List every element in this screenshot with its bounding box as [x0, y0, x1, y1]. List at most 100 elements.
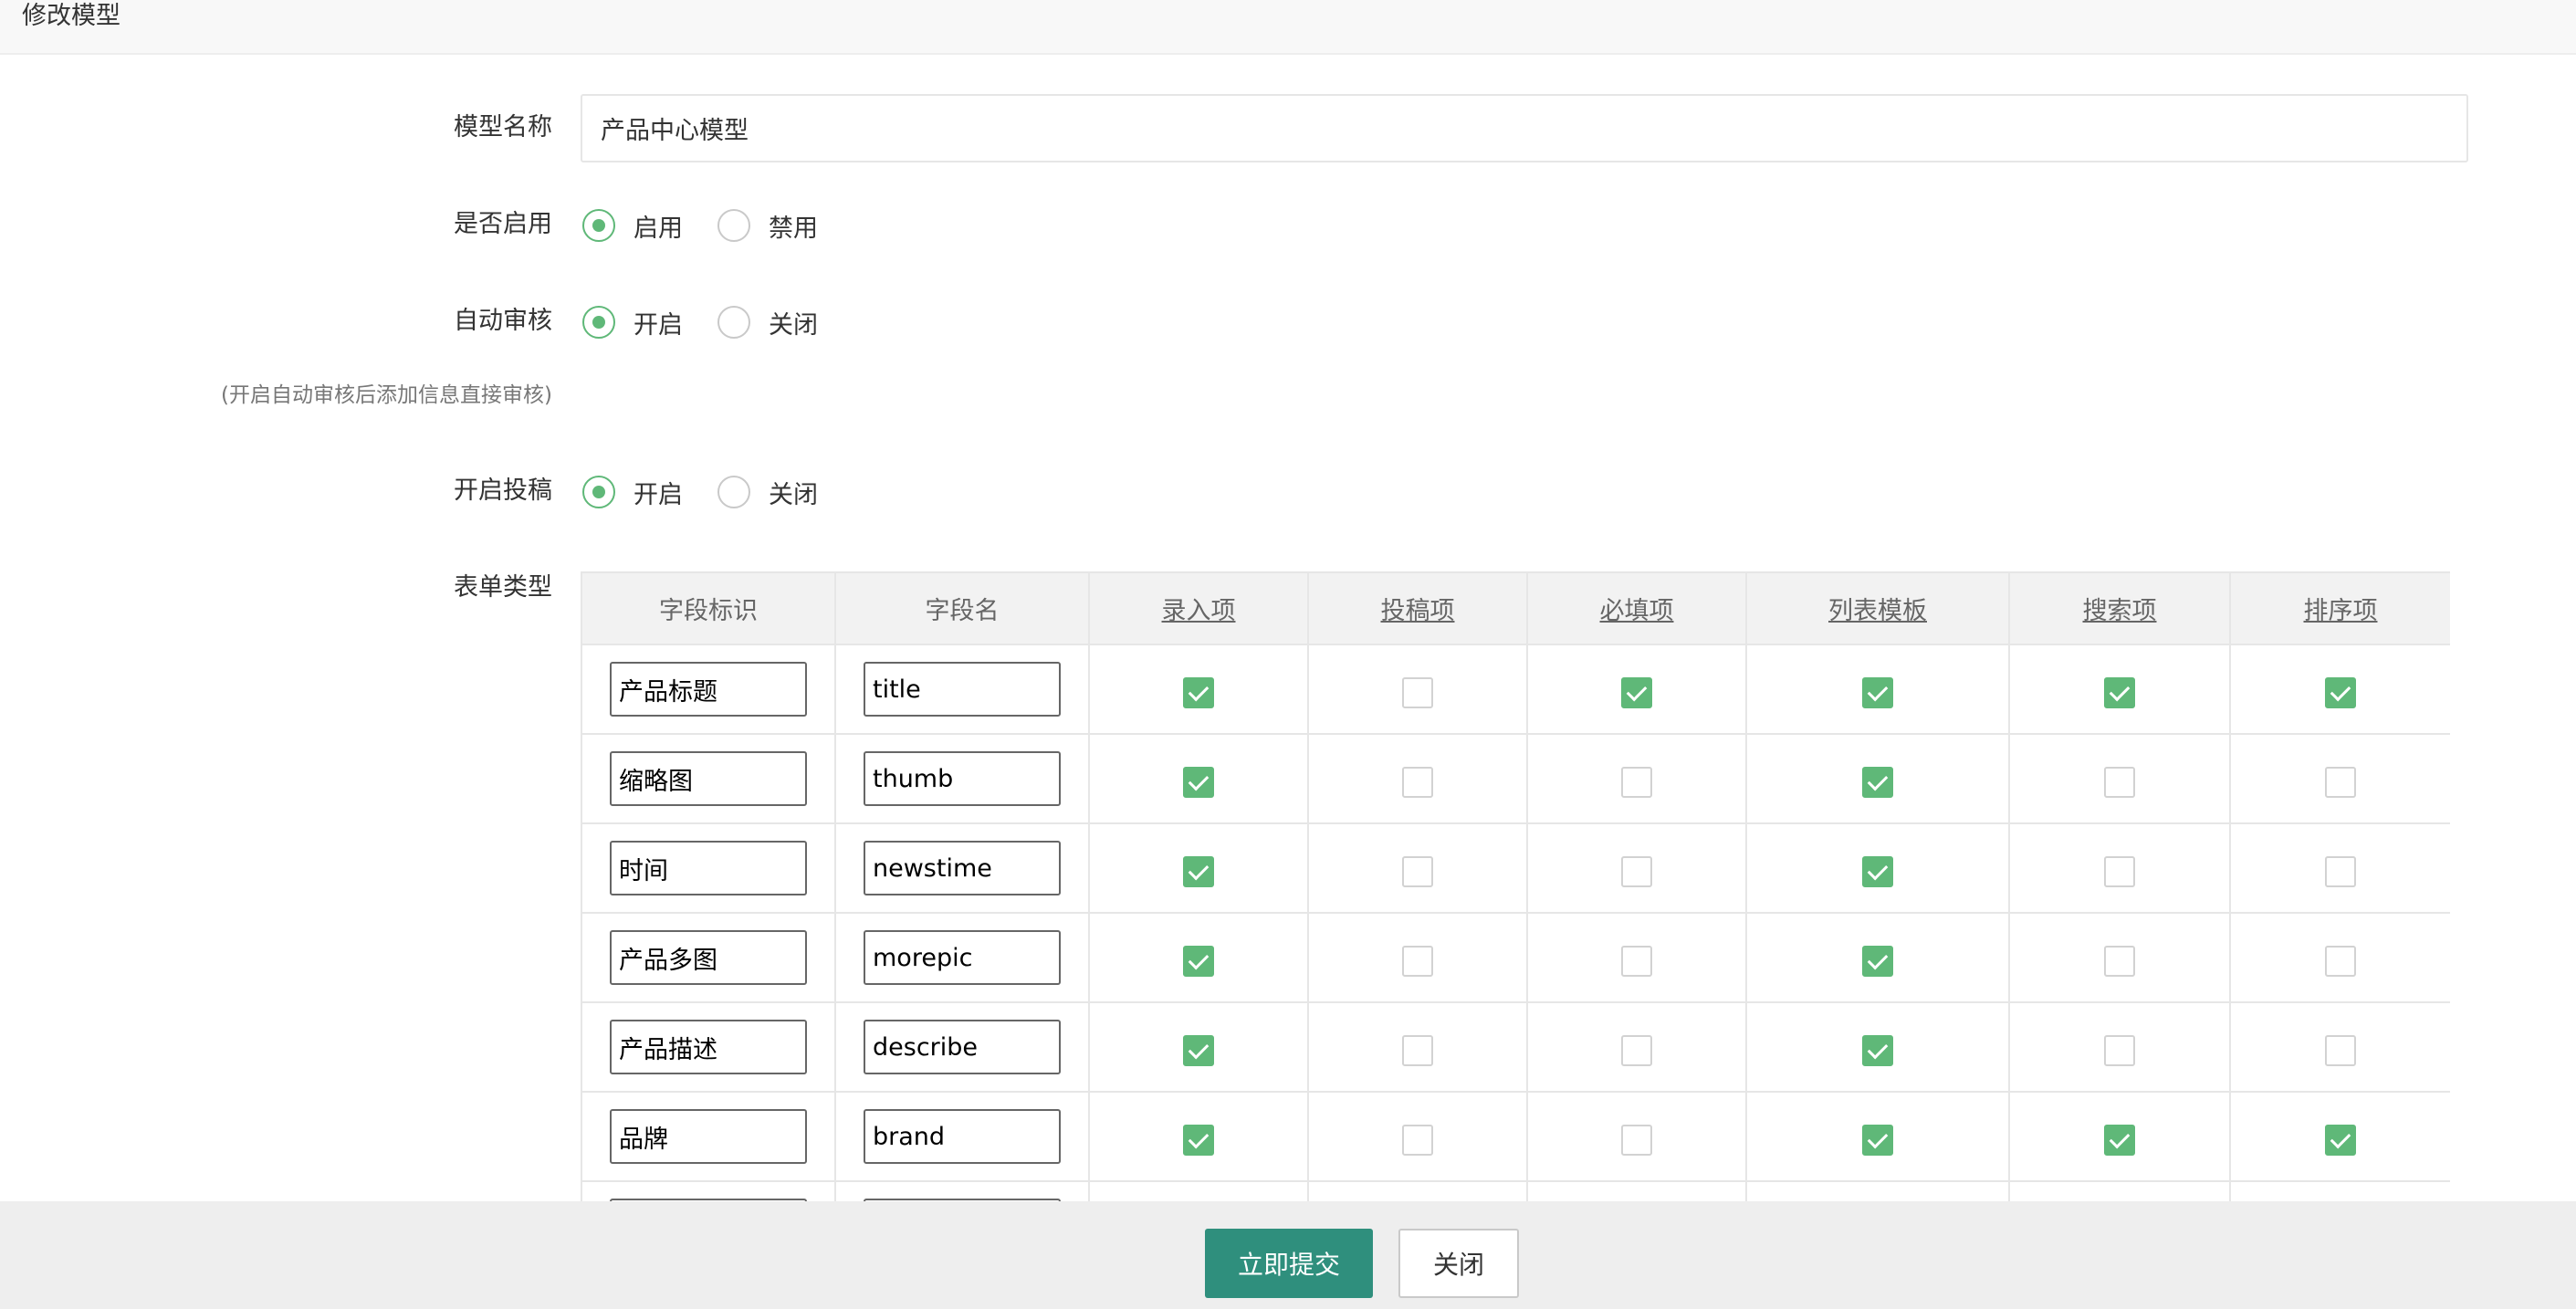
fields-table-body	[581, 644, 2450, 1201]
submit-checkbox[interactable]	[1402, 767, 1433, 798]
sort-checkbox[interactable]	[2325, 1125, 2356, 1156]
field-label-input[interactable]	[610, 751, 807, 806]
radio-checked-icon[interactable]	[582, 476, 615, 508]
list-template-checkbox[interactable]	[1862, 677, 1893, 708]
sort-checkbox[interactable]	[2325, 946, 2356, 977]
column-header-input[interactable]: 录入项	[1088, 571, 1309, 645]
field-name-input[interactable]	[864, 751, 1061, 806]
search-checkbox[interactable]	[2104, 856, 2135, 887]
radio-unchecked-icon[interactable]	[717, 306, 750, 339]
list-template-checkbox[interactable]	[1862, 767, 1893, 798]
table-row	[581, 912, 2450, 1003]
input-cell	[1088, 644, 1309, 735]
submission-option-off[interactable]: 关闭	[717, 475, 818, 510]
input-checkbox[interactable]	[1183, 946, 1214, 977]
search-checkbox[interactable]	[2104, 946, 2135, 977]
column-header-search[interactable]: 搜索项	[2008, 571, 2231, 645]
submit-checkbox[interactable]	[1402, 856, 1433, 887]
auto-review-hint: (开启自动审核后添加信息直接审核)	[221, 383, 552, 407]
sort-checkbox[interactable]	[2325, 1035, 2356, 1066]
field-label-input[interactable]	[610, 1020, 807, 1074]
search-checkbox[interactable]	[2104, 677, 2135, 708]
radio-unchecked-icon[interactable]	[717, 476, 750, 508]
submit-checkbox[interactable]	[1402, 677, 1433, 708]
input-checkbox[interactable]	[1183, 677, 1214, 708]
submit-button[interactable]: 立即提交	[1205, 1229, 1373, 1298]
enabled-option-off[interactable]: 禁用	[717, 208, 818, 244]
field-name-input[interactable]	[864, 1109, 1061, 1164]
fields-table: 字段标识 字段名 录入项 投稿项 必填项 列表模板 搜索项 排序项	[581, 571, 2450, 1201]
field-name-input[interactable]	[864, 930, 1061, 985]
fields-table-container[interactable]: 字段标识 字段名 录入项 投稿项 必填项 列表模板 搜索项 排序项	[581, 571, 2450, 1201]
search-checkbox[interactable]	[2104, 767, 2135, 798]
auto-review-option-off-label: 关闭	[769, 310, 818, 340]
submit-checkbox[interactable]	[1402, 1125, 1433, 1156]
required-checkbox[interactable]	[1621, 1035, 1652, 1066]
search-checkbox[interactable]	[2104, 1125, 2135, 1156]
required-checkbox[interactable]	[1621, 767, 1652, 798]
column-header-list-template[interactable]: 列表模板	[1745, 571, 2010, 645]
required-cell	[1526, 822, 1747, 914]
input-checkbox[interactable]	[1183, 1125, 1214, 1156]
input-checkbox[interactable]	[1183, 767, 1214, 798]
auto-review-option-off[interactable]: 关闭	[717, 305, 818, 340]
field-name-input[interactable]	[864, 662, 1061, 717]
field-label-input[interactable]	[610, 841, 807, 895]
field-name-input[interactable]	[864, 841, 1061, 895]
model-name-input[interactable]	[581, 94, 2468, 162]
search-checkbox[interactable]	[2104, 1035, 2135, 1066]
field-name-cell	[834, 912, 1090, 1003]
field-name-input[interactable]	[864, 1020, 1061, 1074]
auto-review-option-on-label: 开启	[634, 310, 683, 340]
auto-review-option-on[interactable]: 开启	[582, 305, 683, 340]
submission-radio-group: 开启 关闭	[582, 474, 853, 510]
edit-model-dialog: 修改模型 模型名称 是否启用 启用 禁用 自动审核 开启 关闭 (开启自动审核后…	[0, 0, 2576, 1309]
submission-option-on[interactable]: 开启	[582, 475, 683, 510]
list-template-cell	[1745, 912, 2010, 1003]
required-checkbox[interactable]	[1621, 677, 1652, 708]
field-label-input[interactable]	[610, 662, 807, 717]
list-template-checkbox[interactable]	[1862, 946, 1893, 977]
list-template-checkbox[interactable]	[1862, 1035, 1893, 1066]
input-checkbox[interactable]	[1183, 856, 1214, 887]
list-template-cell	[1745, 1091, 2010, 1182]
field-name-cell	[834, 1001, 1090, 1093]
column-header-submit[interactable]: 投稿项	[1307, 571, 1528, 645]
field-label-input[interactable]	[610, 930, 807, 985]
input-cell	[1088, 733, 1309, 824]
enabled-option-on[interactable]: 启用	[582, 208, 683, 244]
radio-checked-icon[interactable]	[582, 306, 615, 339]
field-label-cell	[581, 1001, 836, 1093]
submission-option-off-label: 关闭	[769, 480, 818, 509]
sort-checkbox[interactable]	[2325, 767, 2356, 798]
field-label-input[interactable]	[610, 1109, 807, 1164]
required-checkbox[interactable]	[1621, 1125, 1652, 1156]
list-template-checkbox[interactable]	[1862, 1125, 1893, 1156]
input-cell	[1088, 1001, 1309, 1093]
radio-checked-icon[interactable]	[582, 209, 615, 242]
field-label-cell	[581, 644, 836, 735]
required-checkbox[interactable]	[1621, 856, 1652, 887]
input-cell	[1088, 1180, 1309, 1201]
sort-cell	[2229, 822, 2450, 914]
submit-checkbox[interactable]	[1402, 1035, 1433, 1066]
submit-cell	[1307, 733, 1528, 824]
list-template-cell	[1745, 1001, 2010, 1093]
list-template-checkbox[interactable]	[1862, 856, 1893, 887]
submit-cell	[1307, 912, 1528, 1003]
submit-checkbox[interactable]	[1402, 946, 1433, 977]
field-label-cell	[581, 1091, 836, 1182]
required-cell	[1526, 1091, 1747, 1182]
sort-checkbox[interactable]	[2325, 677, 2356, 708]
input-checkbox[interactable]	[1183, 1035, 1214, 1066]
radio-unchecked-icon[interactable]	[717, 209, 750, 242]
required-checkbox[interactable]	[1621, 946, 1652, 977]
column-header-sort[interactable]: 排序项	[2229, 571, 2450, 645]
required-cell	[1526, 733, 1747, 824]
sort-checkbox[interactable]	[2325, 856, 2356, 887]
close-button[interactable]: 关闭	[1398, 1229, 1519, 1298]
column-header-required[interactable]: 必填项	[1526, 571, 1747, 645]
dialog-footer: 立即提交 关闭	[0, 1201, 2576, 1309]
field-label-cell	[581, 912, 836, 1003]
enabled-radio-group: 启用 禁用	[582, 207, 853, 244]
